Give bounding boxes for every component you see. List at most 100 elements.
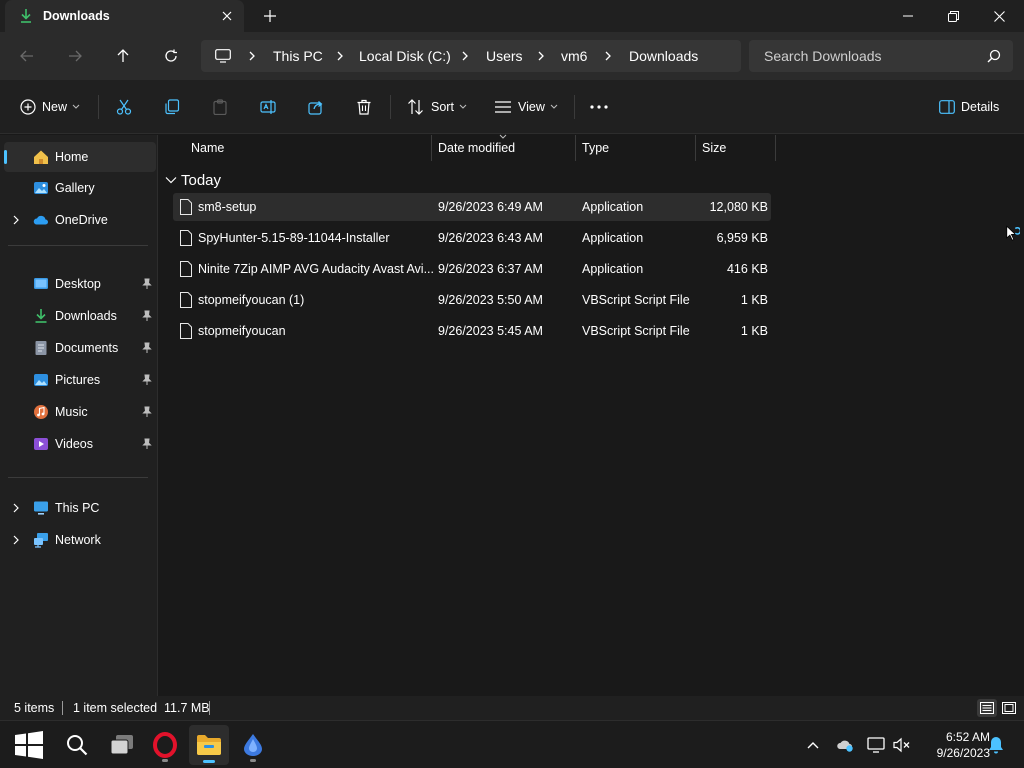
view-button[interactable]: View <box>494 94 558 120</box>
file-row[interactable]: sm8-setup 9/26/2023 6:49 AM Application … <box>173 193 771 221</box>
more-options-button[interactable] <box>590 94 608 120</box>
column-header-date-modified[interactable]: Date modified <box>431 134 575 161</box>
minimize-button[interactable] <box>885 0 931 32</box>
sidebar-item-desktop[interactable]: Desktop <box>4 269 156 299</box>
sidebar-item-label: Documents <box>55 341 119 355</box>
sidebar-item-label: This PC <box>55 501 100 515</box>
column-header-size[interactable]: Size <box>695 135 775 161</box>
sidebar-divider <box>8 245 148 246</box>
column-header-name[interactable]: Name <box>184 135 431 161</box>
copy-icon <box>165 99 180 115</box>
monitor-icon <box>215 49 231 63</box>
sidebar-item-documents[interactable]: Documents <box>4 333 156 363</box>
breadcrumb-users[interactable]: Users <box>486 48 523 64</box>
sort-button[interactable]: Sort <box>407 94 467 120</box>
cut-button[interactable] <box>116 94 132 120</box>
tab-close-button[interactable] <box>218 7 236 25</box>
file-type: VBScript Script File <box>582 324 690 338</box>
share-button[interactable] <box>308 94 324 120</box>
start-button[interactable] <box>9 725 49 765</box>
file-list-view: Name Date modified Type Size Today sm8-s… <box>159 134 1024 696</box>
pin-icon <box>142 406 152 417</box>
column-divider[interactable] <box>775 135 776 161</box>
delete-button[interactable] <box>356 94 372 120</box>
details-view-button[interactable] <box>977 699 997 717</box>
taskbar-opera-button[interactable] <box>145 725 185 765</box>
rename-button[interactable] <box>260 94 276 120</box>
file-icon <box>180 230 192 246</box>
tray-volume[interactable] <box>892 735 912 755</box>
show-hidden-icons-button[interactable] <box>803 735 823 755</box>
file-size: 12,080 KB <box>709 200 768 214</box>
breadcrumb-vm6[interactable]: vm6 <box>561 48 587 64</box>
file-row[interactable]: Ninite 7Zip AIMP AVG Audacity Avast Avi.… <box>173 255 771 283</box>
sidebar-item-home[interactable]: Home <box>4 142 156 172</box>
details-pane-icon <box>939 100 955 114</box>
address-bar[interactable]: This PC Local Disk (C:) Users vm6 Downlo… <box>201 40 741 72</box>
chevron-right-icon <box>462 51 468 61</box>
up-button[interactable] <box>108 42 138 70</box>
trash-icon <box>357 99 371 115</box>
pin-icon <box>142 310 152 321</box>
breadcrumb-local-disk[interactable]: Local Disk (C:) <box>359 48 451 64</box>
breadcrumb-downloads[interactable]: Downloads <box>629 48 698 64</box>
copy-button[interactable] <box>164 94 180 120</box>
file-name: SpyHunter-5.15-89-11044-Installer <box>198 231 390 245</box>
sidebar-item-network[interactable]: Network <box>4 525 156 555</box>
paste-button[interactable] <box>212 94 228 120</box>
new-label: New <box>42 100 68 114</box>
restore-button[interactable] <box>930 0 976 32</box>
refresh-button[interactable] <box>156 42 186 70</box>
tray-network[interactable] <box>866 735 886 755</box>
search-box[interactable]: Search Downloads <box>749 40 1013 72</box>
sidebar-item-this-pc[interactable]: This PC <box>4 493 156 523</box>
details-label: Details <box>961 100 1000 114</box>
taskbar-file-explorer-button[interactable] <box>189 725 229 765</box>
file-row[interactable]: stopmeifyoucan 9/26/2023 5:45 AM VBScrip… <box>173 317 771 345</box>
tray-onedrive[interactable] <box>835 735 855 755</box>
new-tab-button[interactable] <box>260 6 280 26</box>
taskbar-search-button[interactable] <box>57 725 97 765</box>
notifications-button[interactable] <box>986 735 1006 755</box>
toolbar-divider <box>98 95 99 119</box>
sidebar-item-label: Home <box>55 150 89 164</box>
forward-button[interactable] <box>60 42 90 70</box>
sidebar-item-gallery[interactable]: Gallery <box>4 173 156 203</box>
sidebar-item-downloads[interactable]: Downloads <box>4 301 156 331</box>
tab-downloads[interactable]: Downloads <box>5 0 244 32</box>
details-button[interactable]: Details <box>939 94 999 120</box>
group-header-today[interactable]: Today <box>165 169 221 191</box>
breadcrumb-this-pc[interactable]: This PC <box>273 48 323 64</box>
taskbar-app-button[interactable] <box>233 725 273 765</box>
file-date: 9/26/2023 6:43 AM <box>438 231 543 245</box>
music-icon <box>34 405 48 419</box>
sidebar-item-onedrive[interactable]: OneDrive <box>4 205 156 235</box>
documents-icon <box>35 341 47 355</box>
navigation-pane: Home Gallery OneDrive Desktop Downloads <box>0 135 158 696</box>
tab-title: Downloads <box>43 9 110 23</box>
share-icon <box>308 101 323 115</box>
search-placeholder: Search Downloads <box>764 48 882 64</box>
sidebar-item-music[interactable]: Music <box>4 397 156 427</box>
file-row[interactable]: SpyHunter-5.15-89-11044-Installer 9/26/2… <box>173 224 771 252</box>
sidebar-item-label: Downloads <box>55 309 117 323</box>
sidebar-item-label: Videos <box>55 437 93 451</box>
new-button[interactable]: New <box>20 94 80 120</box>
toolbar-divider <box>574 95 575 119</box>
chevron-right-icon <box>13 503 19 513</box>
task-view-icon <box>110 735 133 755</box>
large-icons-view-button[interactable] <box>999 699 1019 717</box>
sidebar-item-label: Gallery <box>55 181 95 195</box>
sidebar-item-pictures[interactable]: Pictures <box>4 365 156 395</box>
sidebar-item-videos[interactable]: Videos <box>4 429 156 459</box>
taskbar-clock[interactable]: 6:52 AM 9/26/2023 <box>920 729 990 761</box>
column-header-type[interactable]: Type <box>575 135 695 161</box>
task-view-button[interactable] <box>102 725 142 765</box>
windows-logo-icon <box>15 731 43 759</box>
running-indicator <box>162 759 168 762</box>
sidebar-item-label: Music <box>55 405 88 419</box>
close-window-button[interactable] <box>976 0 1022 32</box>
back-button[interactable] <box>12 42 42 70</box>
file-row[interactable]: stopmeifyoucan (1) 9/26/2023 5:50 AM VBS… <box>173 286 771 314</box>
command-bar: New Sort View Details <box>0 80 1024 134</box>
